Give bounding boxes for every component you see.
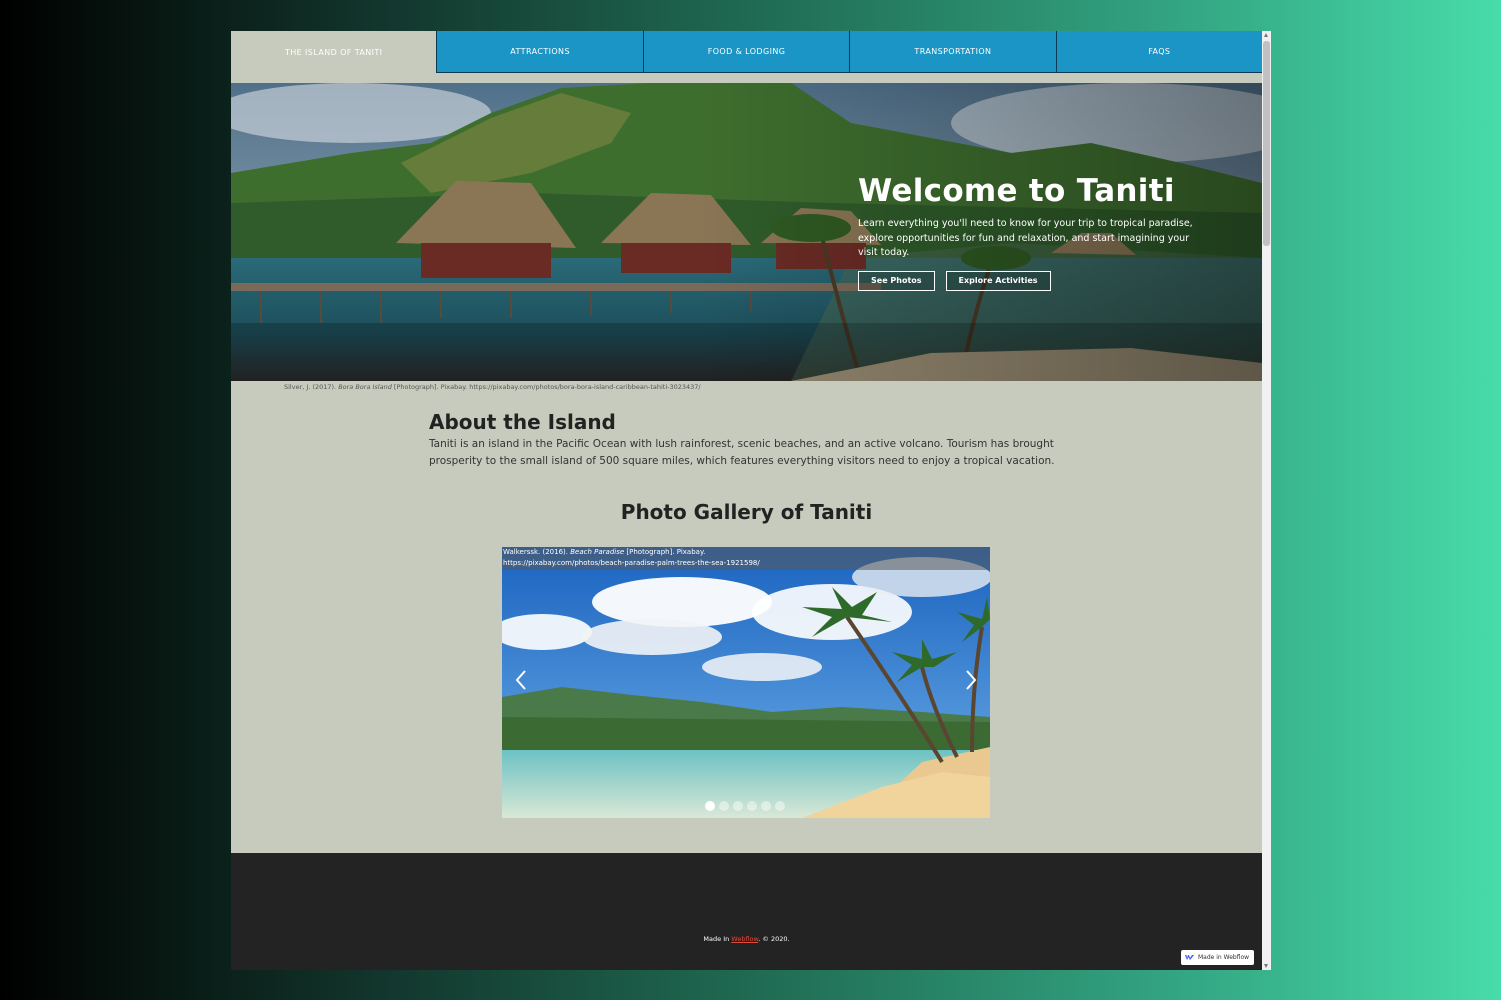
scroll-up-arrow-icon[interactable] bbox=[1264, 33, 1268, 37]
about-title: About the Island bbox=[429, 410, 616, 434]
nav-item-island[interactable]: THE ISLAND OF TANITI bbox=[231, 31, 438, 73]
page: THE ISLAND OF TANITI ATTRACTIONS FOOD & … bbox=[231, 31, 1263, 970]
scrollbar[interactable] bbox=[1262, 31, 1271, 970]
see-photos-button[interactable]: See Photos bbox=[858, 270, 935, 291]
nav-item-transportation[interactable]: TRANSPORTATION bbox=[850, 31, 1057, 73]
slide-caption: Walkerssk. (2016). Beach Paradise [Photo… bbox=[502, 547, 990, 570]
photo-slider[interactable]: Walkerssk. (2016). Beach Paradise [Photo… bbox=[502, 547, 990, 818]
about-text: Taniti is an island in the Pacific Ocean… bbox=[429, 438, 1055, 467]
top-nav: THE ISLAND OF TANITI ATTRACTIONS FOOD & … bbox=[231, 31, 1263, 73]
hero-credit-author: Silver, J. (2017). bbox=[284, 383, 339, 391]
hero-title: Welcome to Taniti bbox=[858, 173, 1175, 209]
explore-activities-button[interactable]: Explore Activities bbox=[945, 270, 1051, 291]
slider-next-arrow[interactable] bbox=[958, 665, 982, 695]
slide-image bbox=[502, 547, 990, 818]
chevron-right-icon bbox=[966, 670, 977, 690]
slider-dot[interactable] bbox=[747, 801, 757, 811]
slide-caption-url: https://pixabay.com/photos/beach-paradis… bbox=[503, 559, 760, 567]
footer-text: Made In Webflow. © 2020. bbox=[231, 935, 1262, 943]
browser-viewport: THE ISLAND OF TANITI ATTRACTIONS FOOD & … bbox=[231, 31, 1271, 970]
footer: Made In Webflow. © 2020. Made in Webflow bbox=[231, 853, 1262, 970]
nav-item-attractions[interactable]: ATTRACTIONS bbox=[437, 31, 644, 73]
hero-credit-title: Bora Bora Island bbox=[338, 383, 392, 391]
hero-text: Learn everything you'll need to know for… bbox=[858, 218, 1193, 258]
footer-prefix: Made In bbox=[703, 935, 732, 943]
slide-caption-rest: [Photograph]. Pixabay. bbox=[624, 548, 706, 556]
about-section: About the Island Taniti is an island in … bbox=[429, 410, 1069, 469]
hero-buttons: See Photos Explore Activities bbox=[858, 270, 1198, 291]
nav-item-food-lodging[interactable]: FOOD & LODGING bbox=[643, 31, 851, 73]
footer-suffix: . © 2020. bbox=[758, 935, 790, 943]
slide-caption-author: Walkerssk. (2016). bbox=[503, 548, 571, 556]
hero-banner: Welcome to Taniti Learn everything you'l… bbox=[231, 83, 1262, 381]
made-in-webflow-badge[interactable]: Made in Webflow bbox=[1181, 950, 1254, 965]
hero-content: Welcome to Taniti Learn everything you'l… bbox=[858, 173, 1198, 291]
slider-dot[interactable] bbox=[719, 801, 729, 811]
slider-dot[interactable] bbox=[733, 801, 743, 811]
slider-dot[interactable] bbox=[775, 801, 785, 811]
slider-prev-arrow[interactable] bbox=[510, 665, 534, 695]
hero-image-credit: Silver, J. (2017). Bora Bora Island [Pho… bbox=[284, 383, 701, 391]
slide-caption-title: Beach Paradise bbox=[570, 548, 625, 556]
nav-item-faqs[interactable]: FAQS bbox=[1056, 31, 1263, 73]
chevron-left-icon bbox=[515, 670, 526, 690]
slider-dots bbox=[705, 801, 785, 811]
scroll-thumb[interactable] bbox=[1263, 41, 1270, 246]
badge-label: Made in Webflow bbox=[1198, 954, 1250, 961]
hero-credit-rest: [Photograph]. Pixabay. https://pixabay.c… bbox=[391, 383, 701, 391]
slider-dot[interactable] bbox=[761, 801, 771, 811]
webflow-logo-icon bbox=[1185, 955, 1194, 960]
webflow-link[interactable]: Webflow bbox=[731, 935, 758, 943]
gallery-title: Photo Gallery of Taniti bbox=[620, 500, 873, 524]
scroll-down-arrow-icon[interactable] bbox=[1264, 964, 1268, 968]
slider-dot[interactable] bbox=[705, 801, 715, 811]
